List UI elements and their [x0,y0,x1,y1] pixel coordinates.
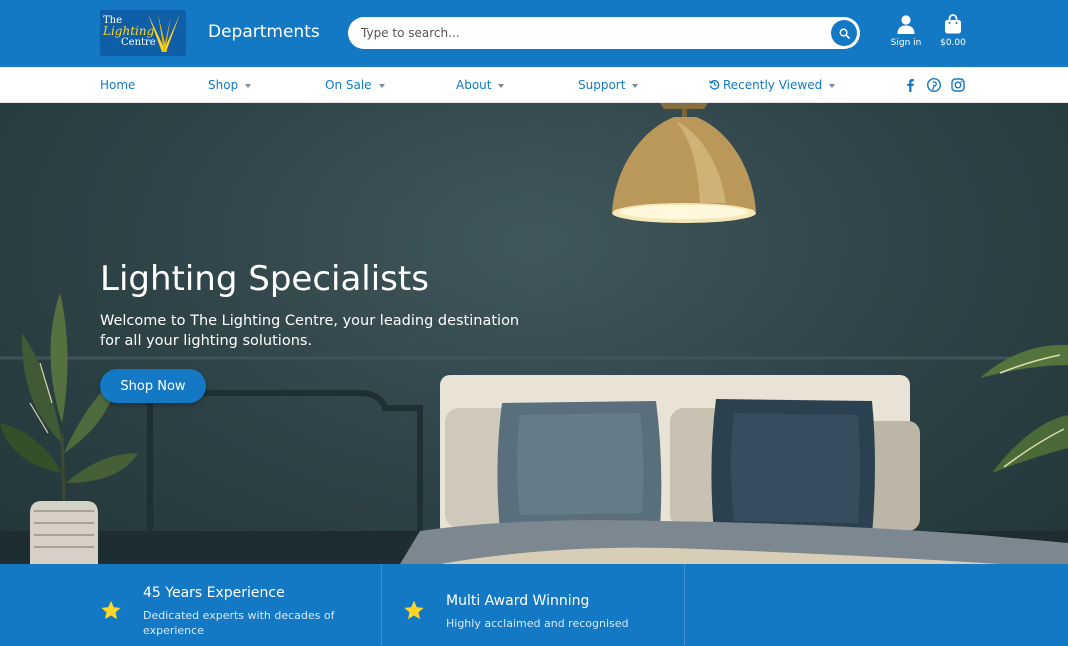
logo-rays-icon [148,14,180,52]
pinterest-icon [926,77,942,93]
hero-subtitle: Welcome to The Lighting Centre, your lea… [100,313,520,349]
departments-menu[interactable]: Departments [208,22,320,42]
sign-in-label: Sign in [890,38,922,48]
feature-description: Dedicated experts with decades of experi… [143,609,335,637]
chevron-down-icon [829,83,836,88]
feature-awards: Multi Award Winning Highly acclaimed and… [382,564,684,646]
chevron-down-icon [498,83,505,88]
history-icon [708,80,720,90]
search-button[interactable] [831,20,857,46]
feature-experience: 45 Years Experience Dedicated experts wi… [0,564,381,646]
feature-description: Highly acclaimed and recognised [446,617,629,630]
pinterest-link[interactable] [926,77,942,96]
chevron-down-icon [245,83,252,88]
feature-divider [684,564,685,646]
main-navigation: Home Shop On Sale About Support Recently… [0,67,1068,103]
nav-item-on-sale[interactable]: On Sale [325,78,385,92]
cart-total: $0.00 [940,38,966,48]
facebook-link[interactable] [904,77,916,96]
feature-title: Multi Award Winning [446,593,590,609]
site-header: The Lighting Centre Departments Sign in [0,0,1068,67]
instagram-icon [951,78,965,92]
nav-item-recently-viewed[interactable]: Recently Viewed [708,78,836,92]
chevron-down-icon [632,83,639,88]
site-logo[interactable]: The Lighting Centre [100,10,186,56]
shopping-bag-icon [945,14,961,34]
star-icon [404,600,424,620]
facebook-icon [907,79,914,92]
search-input[interactable] [361,24,821,42]
search-bar [348,17,860,49]
nav-item-support[interactable]: Support [578,78,639,92]
nav-item-shop[interactable]: Shop [208,78,252,92]
nav-item-about[interactable]: About [456,78,505,92]
nav-item-home[interactable]: Home [100,78,135,92]
sign-in-link[interactable]: Sign in [884,14,928,48]
chevron-down-icon [378,83,385,88]
shop-now-button[interactable]: Shop Now [100,369,206,403]
hero-banner: Lighting Specialists Welcome to The Ligh… [0,103,1068,564]
feature-title: 45 Years Experience [143,585,285,601]
user-icon [897,15,915,34]
star-icon [101,600,121,620]
hero-title: Lighting Specialists [100,259,429,299]
cart-link[interactable]: $0.00 [931,14,975,48]
search-icon [839,28,850,39]
features-strip: 45 Years Experience Dedicated experts wi… [0,564,1068,646]
instagram-link[interactable] [951,77,965,96]
